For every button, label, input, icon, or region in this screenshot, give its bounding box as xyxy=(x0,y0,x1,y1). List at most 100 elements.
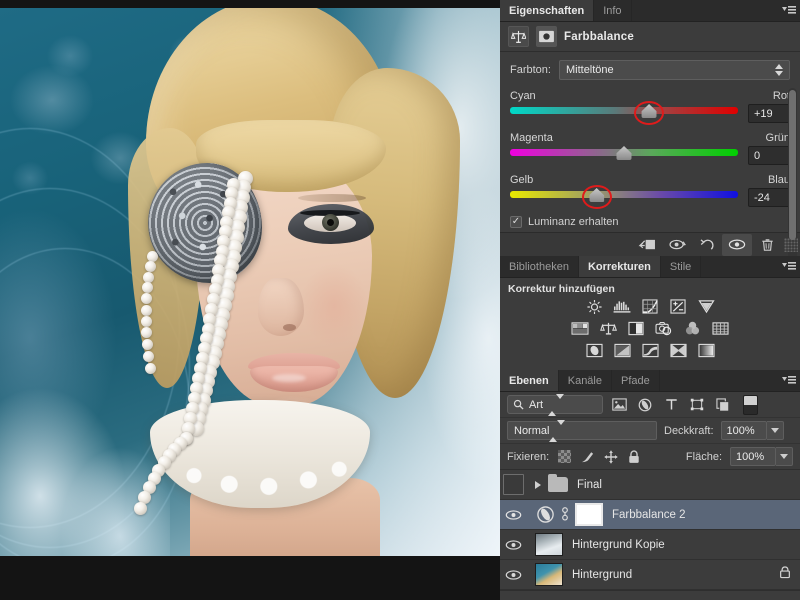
opacity-control[interactable]: 100% xyxy=(720,421,784,440)
blend-mode-select[interactable]: Normal xyxy=(507,419,657,442)
slider-value-magenta-green[interactable]: 0 xyxy=(748,146,790,165)
pearl-bead xyxy=(195,352,209,366)
layer-visibility-toggle[interactable] xyxy=(500,474,527,495)
layer-name[interactable]: Hintergrund Kopie xyxy=(563,539,665,551)
layer-filter-select[interactable]: Art xyxy=(507,393,603,416)
layer-visibility-toggle[interactable] xyxy=(500,569,527,581)
table-row[interactable]: Hintergrund Kopie xyxy=(500,530,800,560)
group-expand-icon[interactable] xyxy=(535,480,541,489)
layer-visibility-toggle[interactable] xyxy=(500,509,527,521)
panel-menu-icon[interactable] xyxy=(778,370,800,391)
color-lookup-icon[interactable] xyxy=(710,320,730,337)
panel-dock: Eigenschaften Info Farbbalance Farbton: … xyxy=(500,0,800,600)
panel-resize-grip[interactable] xyxy=(784,237,798,252)
visibility-off-slot[interactable] xyxy=(503,474,524,495)
fill-control[interactable]: 100% xyxy=(730,447,793,466)
lock-all-icon[interactable] xyxy=(626,449,641,464)
shape-layer-filter-icon[interactable] xyxy=(687,396,707,414)
lock-transparent-pixels-icon[interactable] xyxy=(557,449,572,464)
slider-track-wrap-yellow-blue[interactable] xyxy=(510,185,738,209)
tone-label: Farbton: xyxy=(510,64,551,76)
threshold-icon[interactable] xyxy=(640,342,660,359)
luminance-checkbox[interactable]: ✓ xyxy=(510,216,522,228)
eye-pupil xyxy=(327,219,334,226)
table-row[interactable]: Farbbalance 2 xyxy=(500,500,800,530)
table-row[interactable]: Hintergrund xyxy=(500,560,800,590)
smart-object-filter-icon[interactable] xyxy=(713,396,733,414)
panel-menu-icon[interactable] xyxy=(778,0,800,21)
nostril xyxy=(283,324,296,331)
slider-track-wrap-cyan-red[interactable] xyxy=(510,101,738,125)
tone-select[interactable]: Mitteltöne xyxy=(558,60,790,80)
reset-button[interactable] xyxy=(692,234,722,256)
gradient-map-icon[interactable] xyxy=(696,342,716,359)
pixel-layer-filter-icon[interactable] xyxy=(609,396,629,414)
tab-ebenen[interactable]: Ebenen xyxy=(500,370,559,391)
color-balance-icon[interactable] xyxy=(598,320,618,337)
tab-bibliotheken[interactable]: Bibliotheken xyxy=(500,256,579,277)
lip-highlight xyxy=(272,374,306,382)
toggle-visibility-button[interactable] xyxy=(722,233,752,256)
edited-photograph xyxy=(0,8,500,556)
layer-thumbnails[interactable] xyxy=(527,533,563,556)
black-white-icon[interactable] xyxy=(626,320,646,337)
color-balance-icon xyxy=(508,26,529,47)
layer-thumbnails[interactable] xyxy=(527,563,563,586)
layer-thumbnail[interactable] xyxy=(535,533,563,556)
tab-korrekturen[interactable]: Korrekturen xyxy=(578,256,661,277)
slider-value-yellow-blue[interactable]: -24 xyxy=(748,188,790,207)
lock-image-pixels-icon[interactable] xyxy=(580,449,595,464)
lock-icon xyxy=(779,565,791,584)
layer-name[interactable]: Farbbalance 2 xyxy=(603,509,686,521)
properties-scrollbar-thumb[interactable] xyxy=(789,90,796,240)
view-previous-state-button[interactable] xyxy=(662,234,692,256)
panel-menu-icon[interactable] xyxy=(778,256,800,277)
adjustment-layer-filter-icon[interactable] xyxy=(635,396,655,414)
adjustment-icon-row-1 xyxy=(500,298,800,315)
brightness-contrast-icon[interactable] xyxy=(584,298,604,315)
photo-filter-icon[interactable] xyxy=(654,320,674,337)
filter-toggle-switch[interactable] xyxy=(743,394,758,415)
opacity-value[interactable]: 100% xyxy=(720,421,767,440)
selective-color-icon[interactable] xyxy=(668,342,688,359)
pearl-bead xyxy=(200,373,216,389)
tab-stile[interactable]: Stile xyxy=(660,256,702,277)
luminance-checkbox-row[interactable]: ✓ Luminanz erhalten xyxy=(510,216,790,228)
layer-list: Final Farbbalance 2 Hintergrund Kopie Hi… xyxy=(500,470,800,590)
exposure-icon[interactable] xyxy=(668,298,688,315)
tone-row: Farbton: Mitteltöne xyxy=(510,60,790,80)
clip-to-layer-button[interactable] xyxy=(632,234,662,256)
layer-mask-thumbnail[interactable] xyxy=(575,503,603,526)
vibrance-icon[interactable] xyxy=(696,298,716,315)
tab-pfade[interactable]: Pfade xyxy=(612,370,660,391)
lock-position-icon[interactable] xyxy=(603,449,618,464)
fill-value[interactable]: 100% xyxy=(730,447,776,466)
layer-name[interactable]: Hintergrund xyxy=(563,569,632,581)
layer-thumbnail[interactable] xyxy=(535,563,563,586)
hue-saturation-icon[interactable] xyxy=(570,320,590,337)
tab-eigenschaften[interactable]: Eigenschaften xyxy=(500,0,595,21)
layer-thumbnails[interactable] xyxy=(527,503,603,526)
tab-kanaele[interactable]: Kanäle xyxy=(558,370,612,391)
slider-track-wrap-magenta-green[interactable] xyxy=(510,146,738,162)
tab-info[interactable]: Info xyxy=(594,0,632,21)
eye-icon xyxy=(505,569,522,580)
layer-name[interactable]: Final xyxy=(568,479,602,491)
slider-value-cyan-red[interactable]: +19 xyxy=(748,104,790,123)
fill-dropdown-button[interactable] xyxy=(776,447,793,466)
photoshop-window: Eigenschaften Info Farbbalance Farbton: … xyxy=(0,0,800,600)
adjustment-icon-row-2 xyxy=(500,320,800,337)
layer-visibility-toggle[interactable] xyxy=(500,539,527,551)
document-canvas[interactable] xyxy=(0,0,500,600)
pearl-bead xyxy=(197,342,211,356)
type-layer-filter-icon[interactable] xyxy=(661,396,681,414)
posterize-icon[interactable] xyxy=(612,342,632,359)
color-balance-layer-icon xyxy=(537,506,554,523)
channel-mixer-icon[interactable] xyxy=(682,320,702,337)
levels-icon[interactable] xyxy=(612,298,632,315)
table-row[interactable]: Final xyxy=(500,470,800,500)
curves-icon[interactable] xyxy=(640,298,660,315)
invert-icon[interactable] xyxy=(584,342,604,359)
delete-adjustment-button[interactable] xyxy=(752,234,782,256)
opacity-dropdown-button[interactable] xyxy=(766,421,784,440)
